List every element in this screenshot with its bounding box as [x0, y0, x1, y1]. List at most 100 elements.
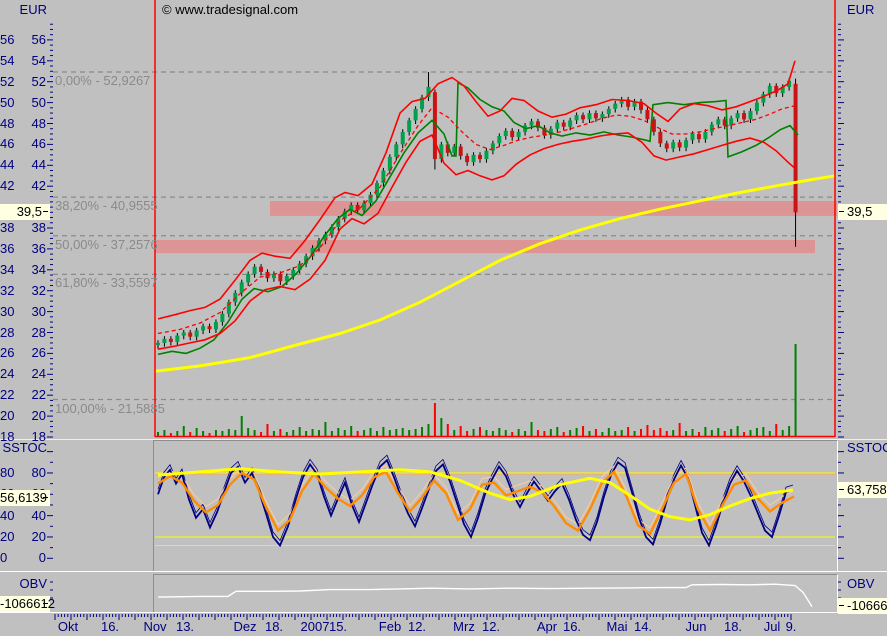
date-axis-label: Apr [537, 620, 557, 634]
candle-up [497, 136, 501, 143]
fib-label: 38,20% - 40,9555 [55, 199, 158, 213]
candle-up [710, 125, 714, 132]
date-axis-label: 15. [329, 620, 347, 634]
price-axis-label-right: 52 [0, 75, 14, 89]
obv-panel-title-left: OBV [1, 577, 47, 591]
candle-up [736, 113, 740, 118]
volume-bar [318, 430, 320, 436]
volume-bar [627, 427, 629, 436]
date-axis-label: 18. [724, 620, 742, 634]
candle-down [665, 143, 669, 148]
candle-up [246, 274, 250, 282]
volume-bar [254, 430, 256, 436]
date-axis-label: Nov [143, 620, 166, 634]
volume-bar [266, 424, 268, 436]
date-axis-label: 16. [563, 620, 581, 634]
sstoc-panel [153, 440, 838, 572]
red-upper-band-line [158, 61, 795, 319]
candle-down [356, 205, 360, 210]
volume-bar [711, 430, 713, 436]
candle-up [156, 343, 160, 345]
volume-bar [614, 431, 616, 436]
price-axis-label-right: 46 [0, 137, 14, 151]
volume-bar [576, 428, 578, 436]
volume-bar [537, 430, 539, 436]
resistance-band [270, 201, 837, 216]
candle-down [794, 84, 798, 213]
candle-down [678, 142, 682, 147]
candle-up [568, 120, 572, 126]
candle-up [530, 121, 534, 125]
volume-bar [672, 430, 674, 436]
candle-down [562, 123, 566, 127]
candle-up [162, 339, 166, 343]
fib-label: 50,00% - 37,2576 [55, 238, 158, 252]
price-axis-label-right: 54 [0, 54, 14, 68]
volume-bar [344, 430, 346, 436]
price-axis-label-right: 34 [0, 263, 14, 277]
date-axis-label: 13. [176, 620, 194, 634]
candle-up [182, 333, 186, 336]
price-axis-label-right: 38 [0, 221, 14, 235]
volume-bar [724, 431, 726, 436]
candle-up [517, 132, 521, 137]
date-axis-label: Feb [379, 620, 401, 634]
panel-separator [0, 612, 887, 613]
volume-bar [485, 430, 487, 436]
candle-up [555, 123, 559, 129]
candle-up [375, 183, 379, 195]
price-axis-label-right: 32 [0, 284, 14, 298]
volume-bar [782, 430, 784, 436]
price-axis-label-right: 48 [0, 117, 14, 131]
volume-bar [196, 428, 198, 436]
tradesignal-chart-window: EUR EUR © www.tradesignal.com SSTOC SSTO… [0, 0, 887, 636]
volume-bar [402, 428, 404, 436]
candle-down [658, 132, 662, 144]
sstoc-value-label-left: 56,6139 [0, 490, 50, 506]
candle-up [414, 109, 418, 121]
volume-bar [415, 429, 417, 436]
tick-dash [43, 211, 48, 212]
candle-down [645, 110, 649, 119]
candle-up [214, 322, 218, 329]
candle-up [703, 132, 707, 139]
candle-up [401, 132, 405, 145]
candle-up [691, 134, 695, 140]
candle-down [742, 113, 746, 119]
price-axis-label-right: 26 [0, 346, 14, 360]
volume-bar [202, 431, 204, 436]
volume-bar [466, 431, 468, 436]
volume-bar [775, 424, 777, 436]
tick-dash [839, 211, 844, 212]
volume-bar [762, 427, 764, 436]
date-axis-label: 12. [408, 620, 426, 634]
volume-bar [260, 432, 262, 436]
sstoc-axis-label-right: 20 [0, 530, 14, 544]
panel-separator [0, 439, 887, 440]
date-axis-label: 9. [786, 620, 797, 634]
price-axis-label-right: 36 [0, 242, 14, 256]
candle-up [684, 140, 688, 147]
tick-dash [43, 603, 48, 604]
volume-bar [286, 432, 288, 436]
volume-bar [692, 429, 694, 436]
volume-bar [434, 403, 436, 436]
volume-bar [279, 429, 281, 436]
price-axis-label-right: 44 [0, 158, 14, 172]
date-axis-label: 12. [482, 620, 500, 634]
volume-bar [646, 425, 648, 436]
obv-value-label-right: -1066612 [838, 598, 887, 614]
volume-bar [556, 427, 558, 436]
volume-bar [163, 430, 165, 436]
date-axis-label: Dez [233, 620, 256, 634]
candle-up [220, 314, 224, 322]
volume-bar [299, 427, 301, 436]
candle-up [504, 131, 508, 136]
date-axis-label: 14. [634, 620, 652, 634]
volume-bar [737, 426, 739, 436]
volume-bar [215, 430, 217, 436]
date-axis-label: 2007 [301, 620, 330, 634]
volume-bar [247, 428, 249, 436]
volume-bar [511, 432, 513, 436]
volume-bar [634, 431, 636, 436]
